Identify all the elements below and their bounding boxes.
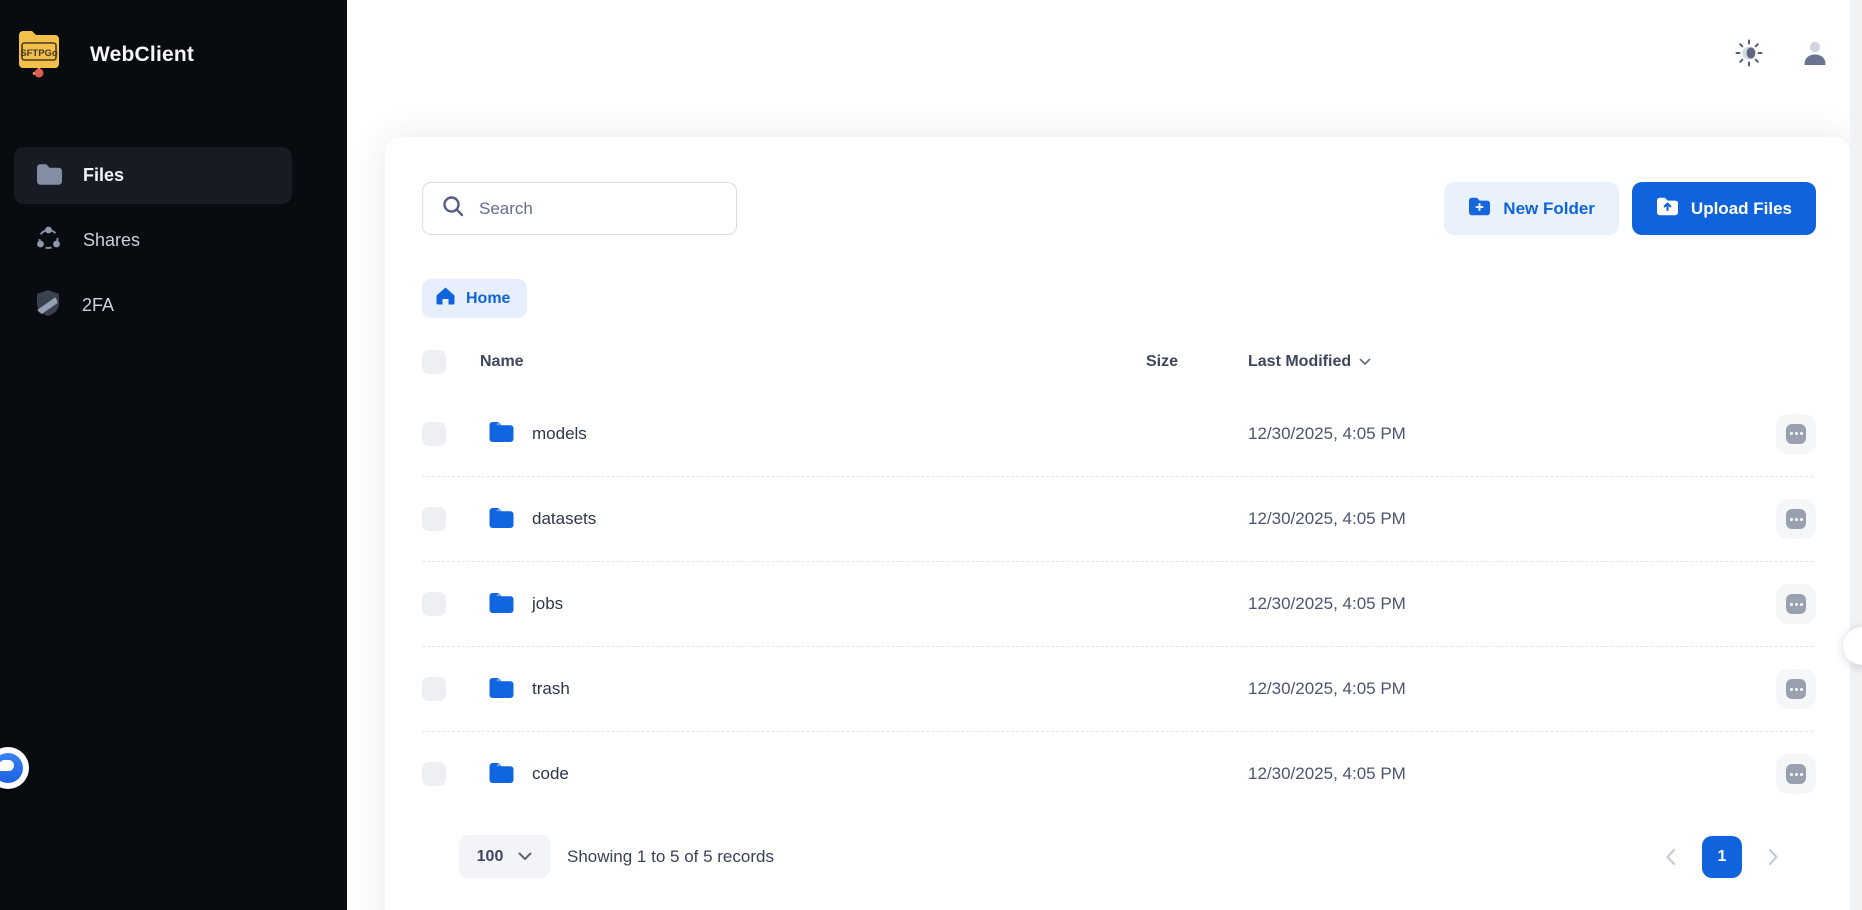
table-row: trash 12/30/2025, 4:05 PM (422, 646, 1813, 731)
folder-link[interactable]: trash (446, 675, 1146, 704)
toolbar-buttons: New Folder Upload Files (1444, 182, 1816, 235)
row-actions-button[interactable] (1776, 499, 1816, 539)
folder-name: models (532, 424, 587, 444)
folder-link[interactable]: datasets (446, 505, 1146, 534)
files-panel: New Folder Upload Files Home (385, 137, 1850, 910)
select-all-checkbox[interactable] (422, 350, 446, 374)
breadcrumb-home-label: Home (466, 290, 510, 308)
sftpgo-logo-icon: SFTPGo (15, 26, 63, 83)
breadcrumb: Home (385, 235, 1850, 318)
row-actions-button[interactable] (1776, 414, 1816, 454)
search-box (422, 182, 737, 235)
pagination: 1 (1665, 836, 1779, 878)
chevron-down-icon (518, 848, 532, 866)
row-checkbox[interactable] (422, 592, 446, 616)
table-body: models 12/30/2025, 4:05 PM (422, 391, 1813, 816)
svg-text:SFTPGo: SFTPGo (20, 48, 58, 59)
previous-page-button[interactable] (1665, 848, 1676, 866)
folder-link[interactable]: code (446, 760, 1146, 789)
folder-blue-icon (488, 760, 514, 789)
new-folder-label: New Folder (1503, 199, 1595, 219)
upload-files-button[interactable]: Upload Files (1632, 182, 1816, 235)
table-row: jobs 12/30/2025, 4:05 PM (422, 561, 1813, 646)
last-modified: 12/30/2025, 4:05 PM (1248, 424, 1776, 444)
row-checkbox[interactable] (422, 422, 446, 446)
sidebar-item-2fa[interactable]: 2FA (14, 277, 292, 334)
per-page-select[interactable]: 100 (459, 835, 550, 878)
sidebar-nav: Files Shares 2FA (0, 147, 347, 334)
last-modified: 12/30/2025, 4:05 PM (1248, 509, 1776, 529)
folder-link[interactable]: jobs (446, 590, 1146, 619)
sidebar-item-label: Files (83, 165, 124, 186)
app-title: WebClient (90, 43, 194, 67)
last-modified: 12/30/2025, 4:05 PM (1248, 679, 1776, 699)
row-checkbox[interactable] (422, 762, 446, 786)
topbar-actions (1734, 38, 1830, 68)
folder-blue-icon (488, 675, 514, 704)
row-actions-button[interactable] (1776, 754, 1816, 794)
folder-icon (35, 161, 62, 190)
toolbar: New Folder Upload Files (385, 137, 1850, 235)
row-actions-button[interactable] (1776, 669, 1816, 709)
shield-icon (35, 289, 61, 322)
search-icon (441, 194, 465, 223)
table-row: datasets 12/30/2025, 4:05 PM (422, 476, 1813, 561)
new-folder-button[interactable]: New Folder (1444, 182, 1619, 235)
assistant-icon (0, 753, 23, 783)
records-summary: Showing 1 to 5 of 5 records (567, 847, 774, 867)
folder-blue-icon (488, 505, 514, 534)
table-header: Name Size Last Modified (422, 333, 1813, 391)
folder-link[interactable]: models (446, 419, 1146, 448)
ellipsis-icon (1786, 509, 1806, 529)
sidebar-item-shares[interactable]: Shares (14, 212, 292, 269)
share-nodes-icon (35, 225, 62, 256)
folder-upload-icon (1656, 196, 1679, 221)
next-page-button[interactable] (1768, 848, 1779, 866)
last-modified: 12/30/2025, 4:05 PM (1248, 764, 1776, 784)
column-header-size: Size (1146, 353, 1248, 371)
breadcrumb-home[interactable]: Home (422, 279, 527, 318)
folder-name: code (532, 764, 569, 784)
folder-plus-icon (1468, 196, 1491, 221)
sidebar-item-label: 2FA (82, 295, 114, 316)
scrollbar-track[interactable] (1850, 0, 1862, 910)
folder-name: datasets (532, 509, 596, 529)
ellipsis-icon (1786, 679, 1806, 699)
folder-blue-icon (488, 419, 514, 448)
ellipsis-icon (1786, 424, 1806, 444)
folder-name: trash (532, 679, 570, 699)
upload-files-label: Upload Files (1691, 199, 1792, 219)
folder-blue-icon (488, 590, 514, 619)
table-footer: 100 Showing 1 to 5 of 5 records 1 (459, 835, 1779, 878)
column-header-last-modified[interactable]: Last Modified (1248, 353, 1776, 371)
sidebar-item-files[interactable]: Files (14, 147, 292, 204)
brand: SFTPGo WebClient (0, 0, 347, 83)
sort-desc-icon (1359, 353, 1371, 371)
user-icon[interactable] (1800, 38, 1830, 68)
per-page-value: 100 (477, 848, 504, 866)
home-icon (435, 286, 456, 311)
folder-name: jobs (532, 594, 563, 614)
table-row: code 12/30/2025, 4:05 PM (422, 731, 1813, 816)
row-actions-button[interactable] (1776, 584, 1816, 624)
sidebar: SFTPGo WebClient Files (0, 0, 347, 910)
row-checkbox[interactable] (422, 677, 446, 701)
sidebar-item-label: Shares (83, 230, 140, 251)
last-modified: 12/30/2025, 4:05 PM (1248, 594, 1776, 614)
files-table: Name Size Last Modified (422, 333, 1813, 878)
row-checkbox[interactable] (422, 507, 446, 531)
ellipsis-icon (1786, 764, 1806, 784)
table-row: models 12/30/2025, 4:05 PM (422, 391, 1813, 476)
ellipsis-icon (1786, 594, 1806, 614)
page-1-button[interactable]: 1 (1702, 836, 1742, 878)
column-header-name: Name (446, 353, 1146, 371)
search-input[interactable] (479, 183, 736, 234)
theme-toggle-icon[interactable] (1734, 38, 1764, 68)
